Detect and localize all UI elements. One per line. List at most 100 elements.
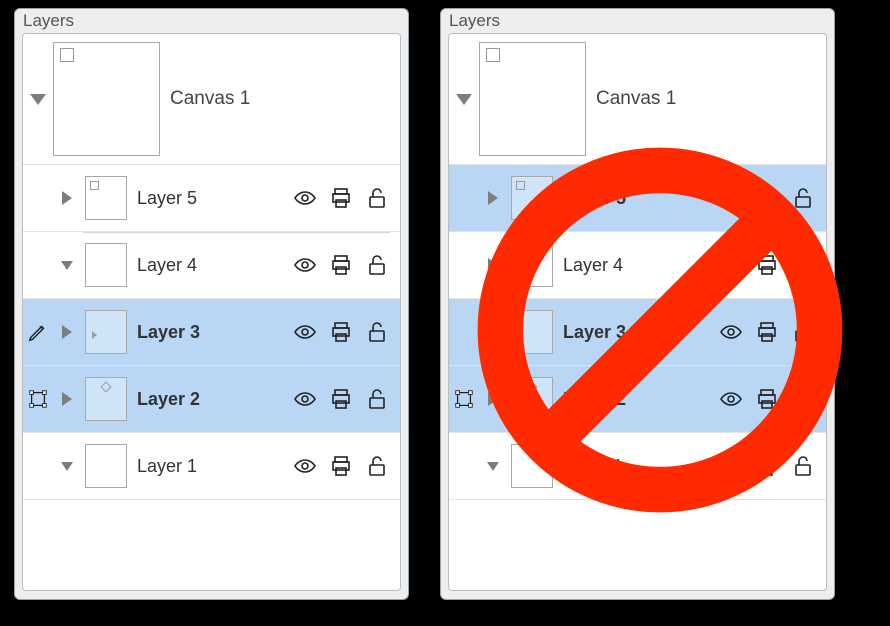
lock-toggle[interactable]: [790, 453, 816, 479]
layer-thumbnail[interactable]: [85, 176, 127, 220]
chevron-down-icon: [456, 94, 472, 105]
layer-name[interactable]: Layer 4: [131, 255, 292, 276]
lock-toggle[interactable]: [364, 453, 390, 479]
layer-expand-toggle[interactable]: [53, 261, 81, 270]
layer-row[interactable]: Layer 4: [23, 232, 400, 299]
layer-expand-toggle[interactable]: [479, 392, 507, 406]
layer-row[interactable]: Layer 1: [449, 433, 826, 500]
print-toggle[interactable]: [754, 386, 780, 412]
canvas-expand-toggle[interactable]: [27, 94, 49, 105]
visibility-toggle[interactable]: [718, 252, 744, 278]
layer-expand-toggle[interactable]: [479, 462, 507, 471]
layer-thumbnail[interactable]: [511, 243, 553, 287]
layer-expand-toggle[interactable]: [53, 462, 81, 471]
canvas-thumbnail[interactable]: [479, 42, 586, 156]
visibility-toggle[interactable]: [718, 453, 744, 479]
layer-name[interactable]: Layer 1: [557, 456, 718, 477]
layer-thumbnail[interactable]: [85, 377, 127, 421]
layer-expand-toggle[interactable]: [53, 325, 81, 339]
tool-indicator: [23, 388, 53, 410]
layer-expand-toggle[interactable]: [479, 191, 507, 205]
panel-title: Layers: [15, 9, 408, 33]
unlock-icon: [365, 387, 389, 411]
layer-row[interactable]: Layer 2: [23, 366, 400, 433]
layer-row[interactable]: Layer 3: [23, 299, 400, 366]
layer-name[interactable]: Layer 3: [131, 322, 292, 343]
visibility-toggle[interactable]: [718, 319, 744, 345]
chevron-right-icon: [488, 191, 498, 205]
lock-toggle[interactable]: [790, 252, 816, 278]
layer-row[interactable]: Layer 5: [449, 165, 826, 232]
canvas-expand-toggle[interactable]: [453, 94, 475, 105]
chevron-down-icon: [61, 261, 73, 270]
layer-expand-toggle[interactable]: [53, 392, 81, 406]
layer-thumbnail[interactable]: [511, 176, 553, 220]
unlock-icon: [791, 454, 815, 478]
lock-toggle[interactable]: [790, 386, 816, 412]
panel-body: Canvas 1 Layer 5 Layer 4: [22, 33, 401, 591]
print-toggle[interactable]: [328, 185, 354, 211]
visibility-toggle[interactable]: [292, 185, 318, 211]
layer-name[interactable]: Layer 2: [557, 389, 718, 410]
layer-expand-toggle[interactable]: [479, 258, 507, 272]
print-toggle[interactable]: [328, 386, 354, 412]
eye-icon: [293, 186, 317, 210]
lock-toggle[interactable]: [790, 319, 816, 345]
print-toggle[interactable]: [328, 252, 354, 278]
layer-thumbnail[interactable]: [511, 377, 553, 421]
eye-icon: [293, 253, 317, 277]
unlock-icon: [365, 320, 389, 344]
lock-toggle[interactable]: [364, 319, 390, 345]
layer-row[interactable]: Layer 1: [23, 433, 400, 500]
tool-indicator: [23, 321, 53, 343]
print-toggle[interactable]: [754, 185, 780, 211]
lock-toggle[interactable]: [364, 252, 390, 278]
visibility-toggle[interactable]: [292, 319, 318, 345]
chevron-down-icon: [61, 462, 73, 471]
panel-title: Layers: [441, 9, 834, 33]
lock-toggle[interactable]: [364, 386, 390, 412]
canvas-row[interactable]: Canvas 1: [23, 34, 400, 165]
printer-icon: [755, 387, 779, 411]
canvas-thumbnail[interactable]: [53, 42, 160, 156]
visibility-toggle[interactable]: [292, 453, 318, 479]
layer-thumbnail[interactable]: [85, 243, 127, 287]
layer-name[interactable]: Layer 3: [557, 322, 718, 343]
unlock-icon: [791, 186, 815, 210]
layer-thumbnail[interactable]: [511, 444, 553, 488]
layer-name[interactable]: Layer 1: [131, 456, 292, 477]
lock-toggle[interactable]: [790, 185, 816, 211]
unlock-icon: [365, 186, 389, 210]
pencil-icon: [27, 321, 49, 343]
layer-thumbnail[interactable]: [85, 444, 127, 488]
print-toggle[interactable]: [328, 453, 354, 479]
print-toggle[interactable]: [754, 319, 780, 345]
printer-icon: [755, 454, 779, 478]
canvas-row[interactable]: Canvas 1: [449, 34, 826, 165]
layer-thumbnail[interactable]: [85, 310, 127, 354]
visibility-toggle[interactable]: [718, 185, 744, 211]
layer-row[interactable]: Layer 4: [449, 232, 826, 299]
layer-expand-toggle[interactable]: [479, 325, 507, 339]
visibility-toggle[interactable]: [292, 386, 318, 412]
visibility-toggle[interactable]: [292, 252, 318, 278]
printer-icon: [329, 253, 353, 277]
layer-name[interactable]: Layer 5: [557, 188, 718, 209]
canvas-name[interactable]: Canvas 1: [170, 88, 250, 110]
print-toggle[interactable]: [328, 319, 354, 345]
layer-name[interactable]: Layer 2: [131, 389, 292, 410]
lock-toggle[interactable]: [364, 185, 390, 211]
layer-row[interactable]: Layer 5: [23, 165, 400, 232]
layer-row[interactable]: Layer 2: [449, 366, 826, 433]
layer-name[interactable]: Layer 4: [557, 255, 718, 276]
layer-expand-toggle[interactable]: [53, 191, 81, 205]
layer-row[interactable]: Layer 3: [449, 299, 826, 366]
print-toggle[interactable]: [754, 252, 780, 278]
layer-name[interactable]: Layer 5: [131, 188, 292, 209]
canvas-name[interactable]: Canvas 1: [596, 88, 676, 110]
layer-thumbnail[interactable]: [511, 310, 553, 354]
visibility-toggle[interactable]: [718, 386, 744, 412]
print-toggle[interactable]: [754, 453, 780, 479]
tool-indicator: [449, 388, 479, 410]
eye-icon: [719, 253, 743, 277]
